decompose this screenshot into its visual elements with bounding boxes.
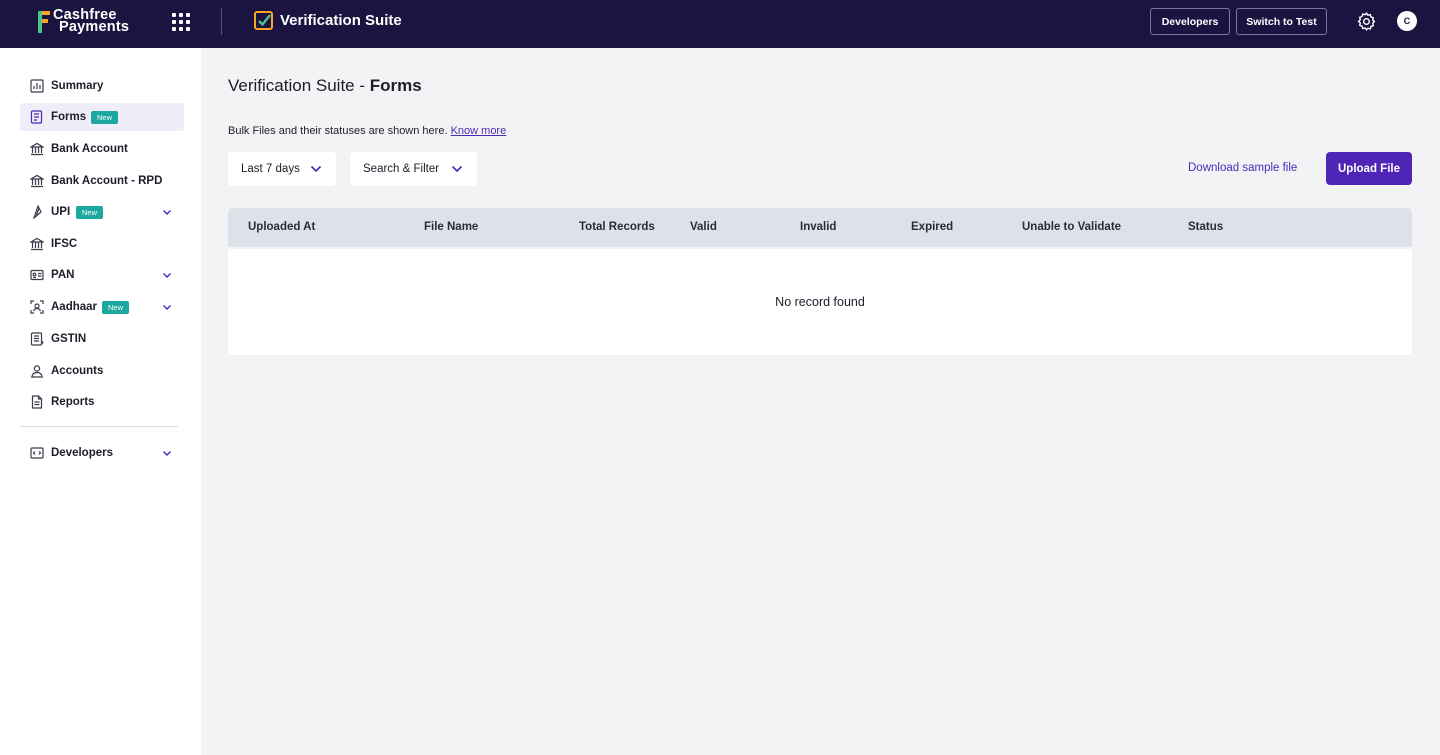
apps-grid-icon[interactable]	[172, 13, 190, 31]
product-name: Verification Suite	[280, 12, 402, 29]
cashfree-logo-icon	[38, 11, 50, 33]
sidebar-item-label: UPI	[51, 206, 71, 218]
top-bar: Cashfree Payments Verification Suite Dev…	[0, 0, 1440, 48]
sidebar-item-label: GSTIN	[51, 333, 87, 345]
sidebar-item-label: Forms	[51, 111, 87, 123]
column-header: Status	[1188, 221, 1224, 233]
sidebar-item-aadhaar[interactable]: Aadhaar New	[20, 293, 184, 321]
switch-to-test-button[interactable]: Switch to Test	[1236, 8, 1327, 35]
column-header: File Name	[424, 221, 479, 233]
page-title-prefix: Verification Suite -	[228, 76, 370, 95]
user-icon	[31, 365, 43, 378]
sidebar-item-label: IFSC	[51, 238, 78, 250]
sidebar-item-ifsc[interactable]: IFSC	[20, 230, 184, 258]
chevron-down-icon[interactable]	[162, 270, 172, 280]
sidebar-item-label: Accounts	[51, 365, 104, 377]
sidebar-item-label: Bank Account	[51, 143, 128, 155]
know-more-link[interactable]: Know more	[451, 125, 507, 137]
table-header: Uploaded At File Name Total Records Vali…	[228, 208, 1412, 247]
sidebar-item-gstin[interactable]: GSTIN	[20, 325, 184, 353]
sidebar-divider	[20, 426, 178, 427]
gear-icon[interactable]	[1356, 11, 1377, 32]
download-sample-link[interactable]: Download sample file	[1188, 162, 1297, 174]
page-description: Bulk Files and their statuses are shown …	[228, 125, 506, 137]
sidebar-item-upi[interactable]: UPI New	[20, 198, 184, 226]
sidebar-item-summary[interactable]: Summary	[20, 72, 184, 100]
column-header: Expired	[911, 221, 954, 233]
chart-icon	[30, 79, 44, 93]
sidebar-item-accounts[interactable]: Accounts	[20, 357, 184, 385]
sidebar: Summary Forms New Bank Account Bank Acco…	[0, 48, 201, 755]
sidebar-item-label: PAN	[51, 269, 75, 281]
date-range-label: Last 7 days	[241, 163, 300, 175]
column-header: Invalid	[800, 221, 837, 233]
chevron-down-icon[interactable]	[162, 448, 172, 458]
form-icon	[30, 110, 43, 124]
bank-icon	[30, 142, 44, 156]
bank-icon	[30, 237, 44, 251]
sidebar-item-label: Developers	[51, 447, 114, 459]
id-card-icon	[30, 269, 44, 281]
column-header: Unable to Validate	[1022, 221, 1122, 233]
chevron-down-icon[interactable]	[162, 302, 172, 312]
description-text: Bulk Files and their statuses are shown …	[228, 125, 448, 137]
brand-line-2: Payments	[59, 19, 130, 35]
sidebar-item-label: Aadhaar	[51, 301, 98, 313]
page-title: Verification Suite - Forms	[228, 76, 422, 96]
table-body: No record found	[228, 249, 1412, 355]
sidebar-item-forms[interactable]: Forms New	[20, 103, 184, 131]
sidebar-item-reports[interactable]: Reports	[20, 388, 184, 416]
sidebar-item-bank-account[interactable]: Bank Account	[20, 135, 184, 163]
search-filter-label: Search & Filter	[363, 163, 440, 175]
search-filter-dropdown[interactable]: Search & Filter	[350, 152, 477, 186]
cashfree-logo[interactable]: Cashfree Payments	[38, 8, 130, 35]
sidebar-item-developers[interactable]: Developers	[20, 439, 184, 467]
new-badge: New	[91, 110, 119, 124]
new-badge: New	[76, 205, 104, 219]
chevron-down-icon	[451, 165, 463, 173]
chevron-down-icon[interactable]	[162, 207, 172, 217]
code-icon	[30, 447, 44, 459]
upload-file-button[interactable]: Upload File	[1326, 152, 1412, 185]
chevron-down-icon	[310, 165, 322, 173]
sidebar-item-label: Summary	[51, 80, 104, 92]
document-icon	[30, 332, 44, 346]
empty-state-message: No record found	[775, 295, 865, 309]
page-title-section: Forms	[369, 76, 422, 95]
scan-icon	[30, 300, 44, 314]
date-range-dropdown[interactable]: Last 7 days	[228, 152, 336, 186]
developers-button[interactable]: Developers	[1150, 8, 1230, 35]
sidebar-item-bank-account-rpd[interactable]: Bank Account - RPD	[20, 167, 184, 195]
column-header: Total Records	[579, 221, 655, 233]
report-icon	[31, 395, 43, 409]
product-switcher[interactable]: Verification Suite	[254, 11, 402, 30]
column-header: Valid	[690, 221, 717, 233]
sidebar-item-label: Reports	[51, 396, 95, 408]
avatar[interactable]: C	[1397, 11, 1417, 31]
upi-icon	[33, 205, 42, 219]
column-header: Uploaded At	[248, 221, 316, 233]
sidebar-item-label: Bank Account - RPD	[51, 175, 163, 187]
new-badge: New	[102, 300, 130, 314]
verification-suite-icon	[254, 11, 273, 30]
bank-icon	[30, 174, 44, 188]
header-divider	[221, 8, 222, 35]
sidebar-item-pan[interactable]: PAN	[20, 261, 184, 289]
